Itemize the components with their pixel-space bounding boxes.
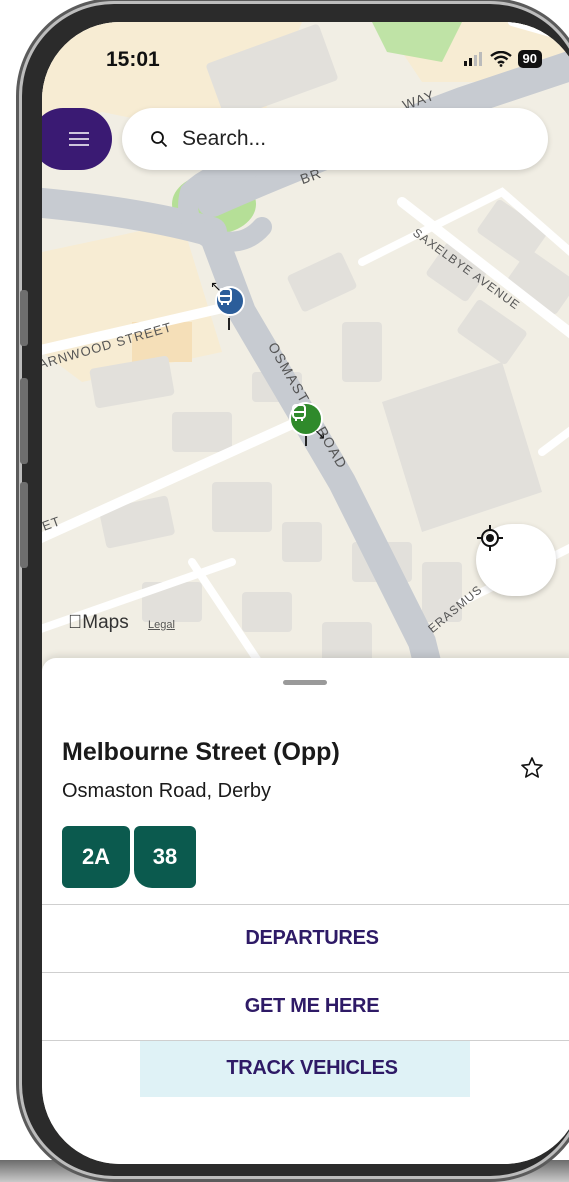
direction-arrow-icon: ↘ <box>314 426 326 442</box>
route-badges: 2A 38 <box>62 826 196 888</box>
status-time: 15:01 <box>106 48 160 71</box>
battery-icon: 90 <box>517 50 542 68</box>
sheet-grabber[interactable] <box>283 680 327 685</box>
stop-location: Osmaston Road, Derby <box>62 780 271 802</box>
phone-screen: ARNWOOD STREET OSMASTON ROAD SAXELBYE AV… <box>42 22 569 1164</box>
get-me-here-button[interactable]: GET ME HERE <box>42 972 569 1040</box>
locate-me-button[interactable] <box>476 524 556 596</box>
favorite-button[interactable] <box>520 756 544 785</box>
side-button-volume-down <box>20 482 28 568</box>
apple-logo-icon:  <box>68 612 82 633</box>
track-vehicles-label: TRACK VEHICLES <box>226 1057 398 1079</box>
stop-stem <box>228 318 230 330</box>
direction-arrow-icon: ↖ <box>210 278 222 294</box>
bus-icon <box>292 404 306 421</box>
maps-legal-link[interactable]: Legal <box>148 619 175 631</box>
stop-stem <box>305 436 307 446</box>
crosshair-icon <box>477 525 503 551</box>
cellular-signal-icon <box>463 52 482 66</box>
side-button-mute <box>20 290 28 346</box>
departures-button[interactable]: DEPARTURES <box>42 904 569 972</box>
maps-attribution: Maps <box>68 612 128 633</box>
track-vehicles-button[interactable]: TRACK VEHICLES <box>42 1040 569 1108</box>
get-me-here-label: GET ME HERE <box>244 995 380 1017</box>
departures-label: DEPARTURES <box>245 927 379 949</box>
wifi-icon <box>489 51 512 67</box>
star-outline-icon <box>521 757 543 778</box>
stop-actions: DEPARTURES GET ME HERE TRACK VEHICLES <box>42 904 569 1108</box>
search-icon <box>151 131 168 148</box>
search-bar[interactable] <box>122 108 548 170</box>
stop-details-sheet: Melbourne Street (Opp) Osmaston Road, De… <box>42 658 569 1164</box>
apple-maps-logo: Maps <box>68 612 129 634</box>
status-icons: 90 <box>463 50 542 68</box>
route-badge[interactable]: 38 <box>134 826 196 888</box>
search-input[interactable] <box>182 127 482 151</box>
route-badge[interactable]: 2A <box>62 826 130 888</box>
hamburger-menu-icon <box>69 132 89 146</box>
side-button-volume-up <box>20 378 28 464</box>
stop-name: Melbourne Street (Opp) <box>62 738 340 766</box>
menu-button[interactable] <box>42 108 112 170</box>
